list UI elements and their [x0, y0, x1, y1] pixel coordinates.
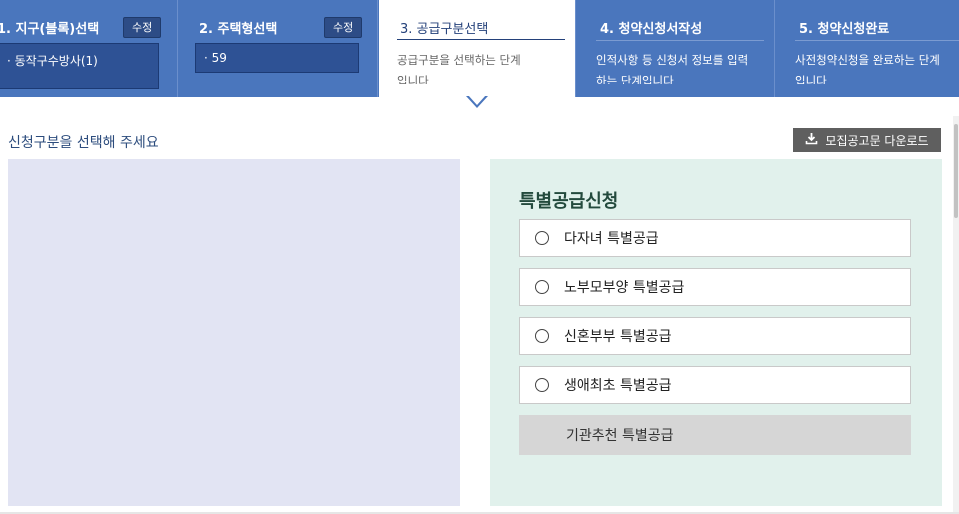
step-divider	[397, 39, 565, 40]
radio-icon[interactable]	[535, 280, 549, 294]
option-elderly-parent[interactable]: 노부모부양 특별공급	[519, 268, 911, 306]
option-label: 다자녀 특별공급	[564, 231, 659, 247]
step-2-title: 2. 주택형선택	[199, 22, 278, 37]
selection-prompt: 신청구분을 선택해 주세요	[8, 135, 159, 151]
option-label: 생애최초 특별공급	[564, 378, 672, 394]
step-1-edit-button[interactable]: 수정	[123, 17, 162, 38]
step-3-description: 공급구분을 선택하는 단계입니다	[397, 53, 521, 84]
step-divider	[596, 40, 764, 41]
option-first-time[interactable]: 생애최초 특별공급	[519, 366, 911, 404]
step-1-title: 1. 지구(블록)선택	[0, 22, 100, 37]
step-5-description: 사전청약신청을 완료하는 단계입니다	[795, 53, 940, 84]
radio-icon[interactable]	[535, 329, 549, 343]
step-4: 4. 청약신청서작성 인적사항 등 신청서 정보를 입력하는 단계입니다	[576, 0, 774, 97]
option-institution-recommended: 기관추천 특별공급	[519, 415, 911, 455]
step-divider	[795, 40, 959, 41]
option-label: 신혼부부 특별공급	[564, 329, 672, 345]
active-step-pointer-inner	[468, 95, 486, 105]
option-label: 기관추천 특별공급	[566, 428, 674, 444]
step-4-description: 인적사항 등 신청서 정보를 입력하는 단계입니다	[596, 53, 749, 84]
step-2-value: · 59	[195, 43, 359, 73]
general-supply-panel	[8, 159, 460, 506]
radio-icon[interactable]	[535, 378, 549, 392]
option-multi-child[interactable]: 다자녀 특별공급	[519, 219, 911, 257]
option-label: 노부모부양 특별공급	[564, 280, 685, 296]
download-icon	[805, 132, 818, 148]
download-notice-button[interactable]: 모집공고문 다운로드	[793, 128, 941, 152]
step-2-edit-button[interactable]: 수정	[324, 17, 363, 38]
step-divider	[377, 0, 378, 97]
step-2: 2. 주택형선택 수정 · 59	[178, 0, 377, 97]
special-supply-panel: 특별공급신청 다자녀 특별공급 노부모부양 특별공급 신혼부부 특별공급 생애최…	[490, 159, 942, 506]
step-bar: 1. 지구(블록)선택 수정 · 동작구수방사(1) 2. 주택형선택 수정 ·…	[0, 0, 959, 97]
step-3: 3. 공급구분선택 공급구분을 선택하는 단계입니다	[379, 0, 575, 97]
special-supply-title: 특별공급신청	[519, 191, 619, 212]
download-label: 모집공고문 다운로드	[825, 133, 929, 148]
option-newlywed[interactable]: 신혼부부 특별공급	[519, 317, 911, 355]
step-1: 1. 지구(블록)선택 수정 · 동작구수방사(1)	[0, 0, 177, 97]
step-1-value: · 동작구수방사(1)	[0, 43, 159, 89]
step-4-title: 4. 청약신청서작성	[600, 22, 703, 37]
step-5: 5. 청약신청완료 사전청약신청을 완료하는 단계입니다	[775, 0, 959, 97]
step-5-title: 5. 청약신청완료	[799, 22, 890, 37]
radio-icon[interactable]	[535, 231, 549, 245]
step-3-title: 3. 공급구분선택	[400, 22, 489, 37]
scrollbar-thumb[interactable]	[954, 124, 958, 218]
